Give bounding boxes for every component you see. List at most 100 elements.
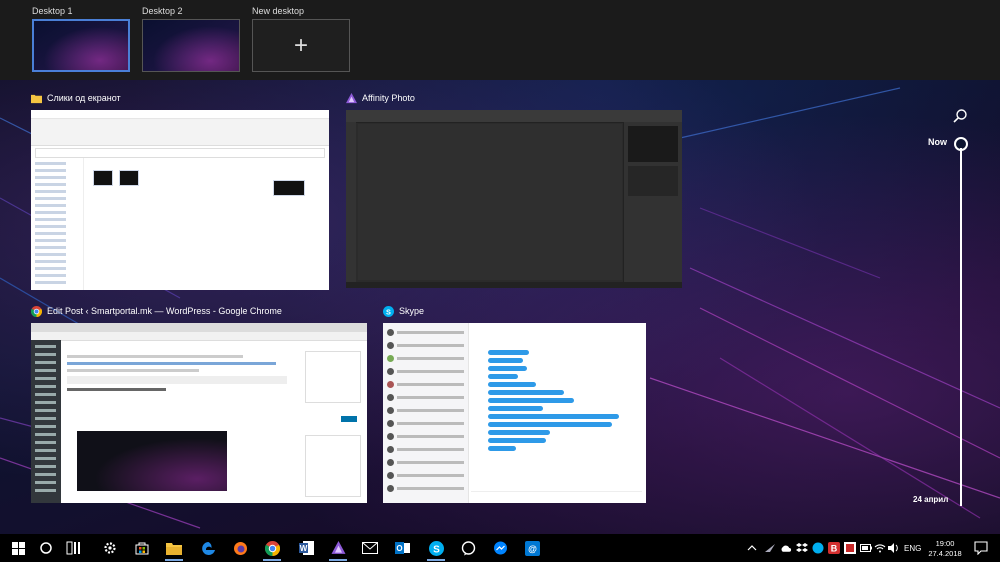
tray-app-5[interactable] bbox=[844, 542, 856, 554]
window-chrome-title: Edit Post ‹ Smartportal.mk — WordPress -… bbox=[47, 306, 282, 316]
plus-icon: + bbox=[293, 31, 308, 59]
skype-messages bbox=[488, 347, 626, 487]
svg-text:W: W bbox=[299, 544, 307, 553]
language-indicator[interactable]: ENG bbox=[904, 544, 921, 553]
svg-text:@: @ bbox=[528, 544, 537, 554]
affinity-canvas bbox=[358, 124, 622, 280]
affinity-thumbnail[interactable] bbox=[346, 110, 682, 288]
folder-icon bbox=[166, 542, 182, 555]
window-explorer[interactable]: Слики од екранот bbox=[31, 90, 329, 290]
windows-logo-icon bbox=[11, 541, 25, 555]
outlook-calendar-icon: @ bbox=[524, 540, 540, 556]
window-explorer-title: Слики од екранот bbox=[47, 93, 121, 103]
firefox-icon bbox=[233, 541, 247, 555]
mail-icon bbox=[362, 542, 378, 554]
window-skype[interactable]: S Skype bbox=[383, 303, 646, 503]
new-desktop-button[interactable]: + bbox=[252, 19, 350, 72]
timeline-scrollbar[interactable] bbox=[960, 148, 962, 506]
chrome-icon bbox=[264, 540, 280, 556]
cloud-icon bbox=[781, 545, 792, 552]
new-desktop[interactable]: New desktop + bbox=[252, 5, 350, 72]
explorer-ribbon bbox=[31, 119, 329, 146]
window-explorer-titlebar: Слики од екранот bbox=[31, 90, 329, 106]
chrome-icon bbox=[31, 305, 42, 317]
window-chrome[interactable]: Edit Post ‹ Smartportal.mk — WordPress -… bbox=[31, 303, 367, 503]
desktop-2-label: Desktop 2 bbox=[142, 6, 183, 16]
messenger-button[interactable] bbox=[488, 538, 512, 558]
b-badge-icon: B bbox=[828, 542, 840, 554]
affinity-tools bbox=[346, 122, 356, 288]
gear-icon bbox=[104, 542, 116, 554]
svg-text:S: S bbox=[386, 307, 391, 316]
dropbox-icon bbox=[796, 543, 808, 552]
outlook-calendar-button[interactable]: @ bbox=[520, 538, 544, 558]
skype-tray-icon bbox=[812, 542, 824, 554]
post-image bbox=[77, 431, 227, 491]
wifi-icon bbox=[874, 544, 886, 553]
new-desktop-label: New desktop bbox=[252, 6, 305, 16]
viber-button[interactable] bbox=[456, 538, 480, 558]
explorer-thumbnail[interactable] bbox=[31, 110, 329, 290]
wordpress-sidebar bbox=[31, 340, 61, 503]
search-icon[interactable] bbox=[952, 108, 968, 124]
tray-app-6[interactable] bbox=[860, 542, 872, 554]
onedrive-button[interactable] bbox=[780, 542, 792, 554]
store-icon bbox=[135, 542, 149, 555]
tray-app-2[interactable] bbox=[796, 542, 808, 554]
word-button[interactable]: W bbox=[294, 538, 318, 558]
skype-button[interactable]: S bbox=[424, 538, 448, 561]
affinity-photo-icon bbox=[346, 92, 357, 103]
clock-time: 19:00 bbox=[935, 539, 955, 548]
affinity-photo-button[interactable] bbox=[326, 538, 350, 561]
window-skype-titlebar: S Skype bbox=[383, 303, 646, 319]
chrome-button[interactable] bbox=[260, 538, 284, 561]
clock[interactable]: 19:00 27.4.2018 bbox=[928, 539, 962, 559]
settings-button[interactable] bbox=[98, 538, 122, 558]
firefox-button[interactable] bbox=[228, 538, 252, 558]
tray-app-4[interactable]: B bbox=[828, 542, 840, 554]
window-affinity-photo[interactable]: Affinity Photo bbox=[346, 90, 682, 290]
affinity-status bbox=[346, 282, 682, 288]
skype-icon: S bbox=[428, 540, 444, 556]
tray-app-1[interactable] bbox=[764, 542, 776, 554]
chrome-omnibox bbox=[31, 332, 367, 341]
messenger-icon bbox=[493, 541, 507, 554]
desktop-2[interactable]: Desktop 2 bbox=[142, 5, 240, 72]
svg-text:S: S bbox=[433, 544, 440, 555]
skype-chat-header bbox=[471, 327, 642, 341]
file-explorer-button[interactable] bbox=[162, 538, 186, 561]
skype-icon: S bbox=[383, 305, 394, 317]
show-hidden-icons-button[interactable] bbox=[746, 542, 758, 554]
store-button[interactable] bbox=[130, 538, 154, 558]
outlook-icon: O bbox=[394, 542, 410, 554]
skype-contacts bbox=[383, 323, 469, 503]
svg-text:O: O bbox=[396, 544, 402, 553]
file-thumbnail bbox=[93, 170, 113, 186]
edge-button[interactable] bbox=[196, 538, 220, 558]
battery-icon bbox=[860, 544, 872, 552]
feather-icon bbox=[765, 544, 775, 552]
file-thumbnail bbox=[119, 170, 139, 186]
window-affinity-title: Affinity Photo bbox=[362, 93, 415, 103]
mail-button[interactable] bbox=[358, 538, 382, 558]
chrome-thumbnail[interactable] bbox=[31, 323, 367, 503]
word-icon: W bbox=[298, 541, 314, 555]
cortana-button[interactable] bbox=[34, 538, 58, 558]
skype-thumbnail[interactable] bbox=[383, 323, 646, 503]
desktop-1-label: Desktop 1 bbox=[32, 6, 73, 16]
update-button bbox=[341, 416, 357, 422]
explorer-address-bar bbox=[35, 148, 325, 158]
start-button[interactable] bbox=[6, 538, 30, 558]
network-button[interactable] bbox=[874, 542, 886, 554]
tray-app-3[interactable] bbox=[812, 542, 824, 554]
skype-message-input bbox=[471, 491, 642, 500]
folder-icon bbox=[31, 94, 42, 103]
volume-button[interactable] bbox=[888, 542, 900, 554]
desktop-2-thumbnail[interactable] bbox=[142, 19, 240, 72]
desktop-1[interactable]: Desktop 1 bbox=[32, 5, 130, 72]
desktop-1-thumbnail[interactable] bbox=[32, 19, 130, 72]
task-view-button[interactable] bbox=[62, 538, 86, 558]
outlook-button[interactable]: O bbox=[390, 538, 414, 558]
action-center-icon[interactable] bbox=[974, 541, 988, 555]
preview-thumbnail bbox=[273, 180, 305, 196]
